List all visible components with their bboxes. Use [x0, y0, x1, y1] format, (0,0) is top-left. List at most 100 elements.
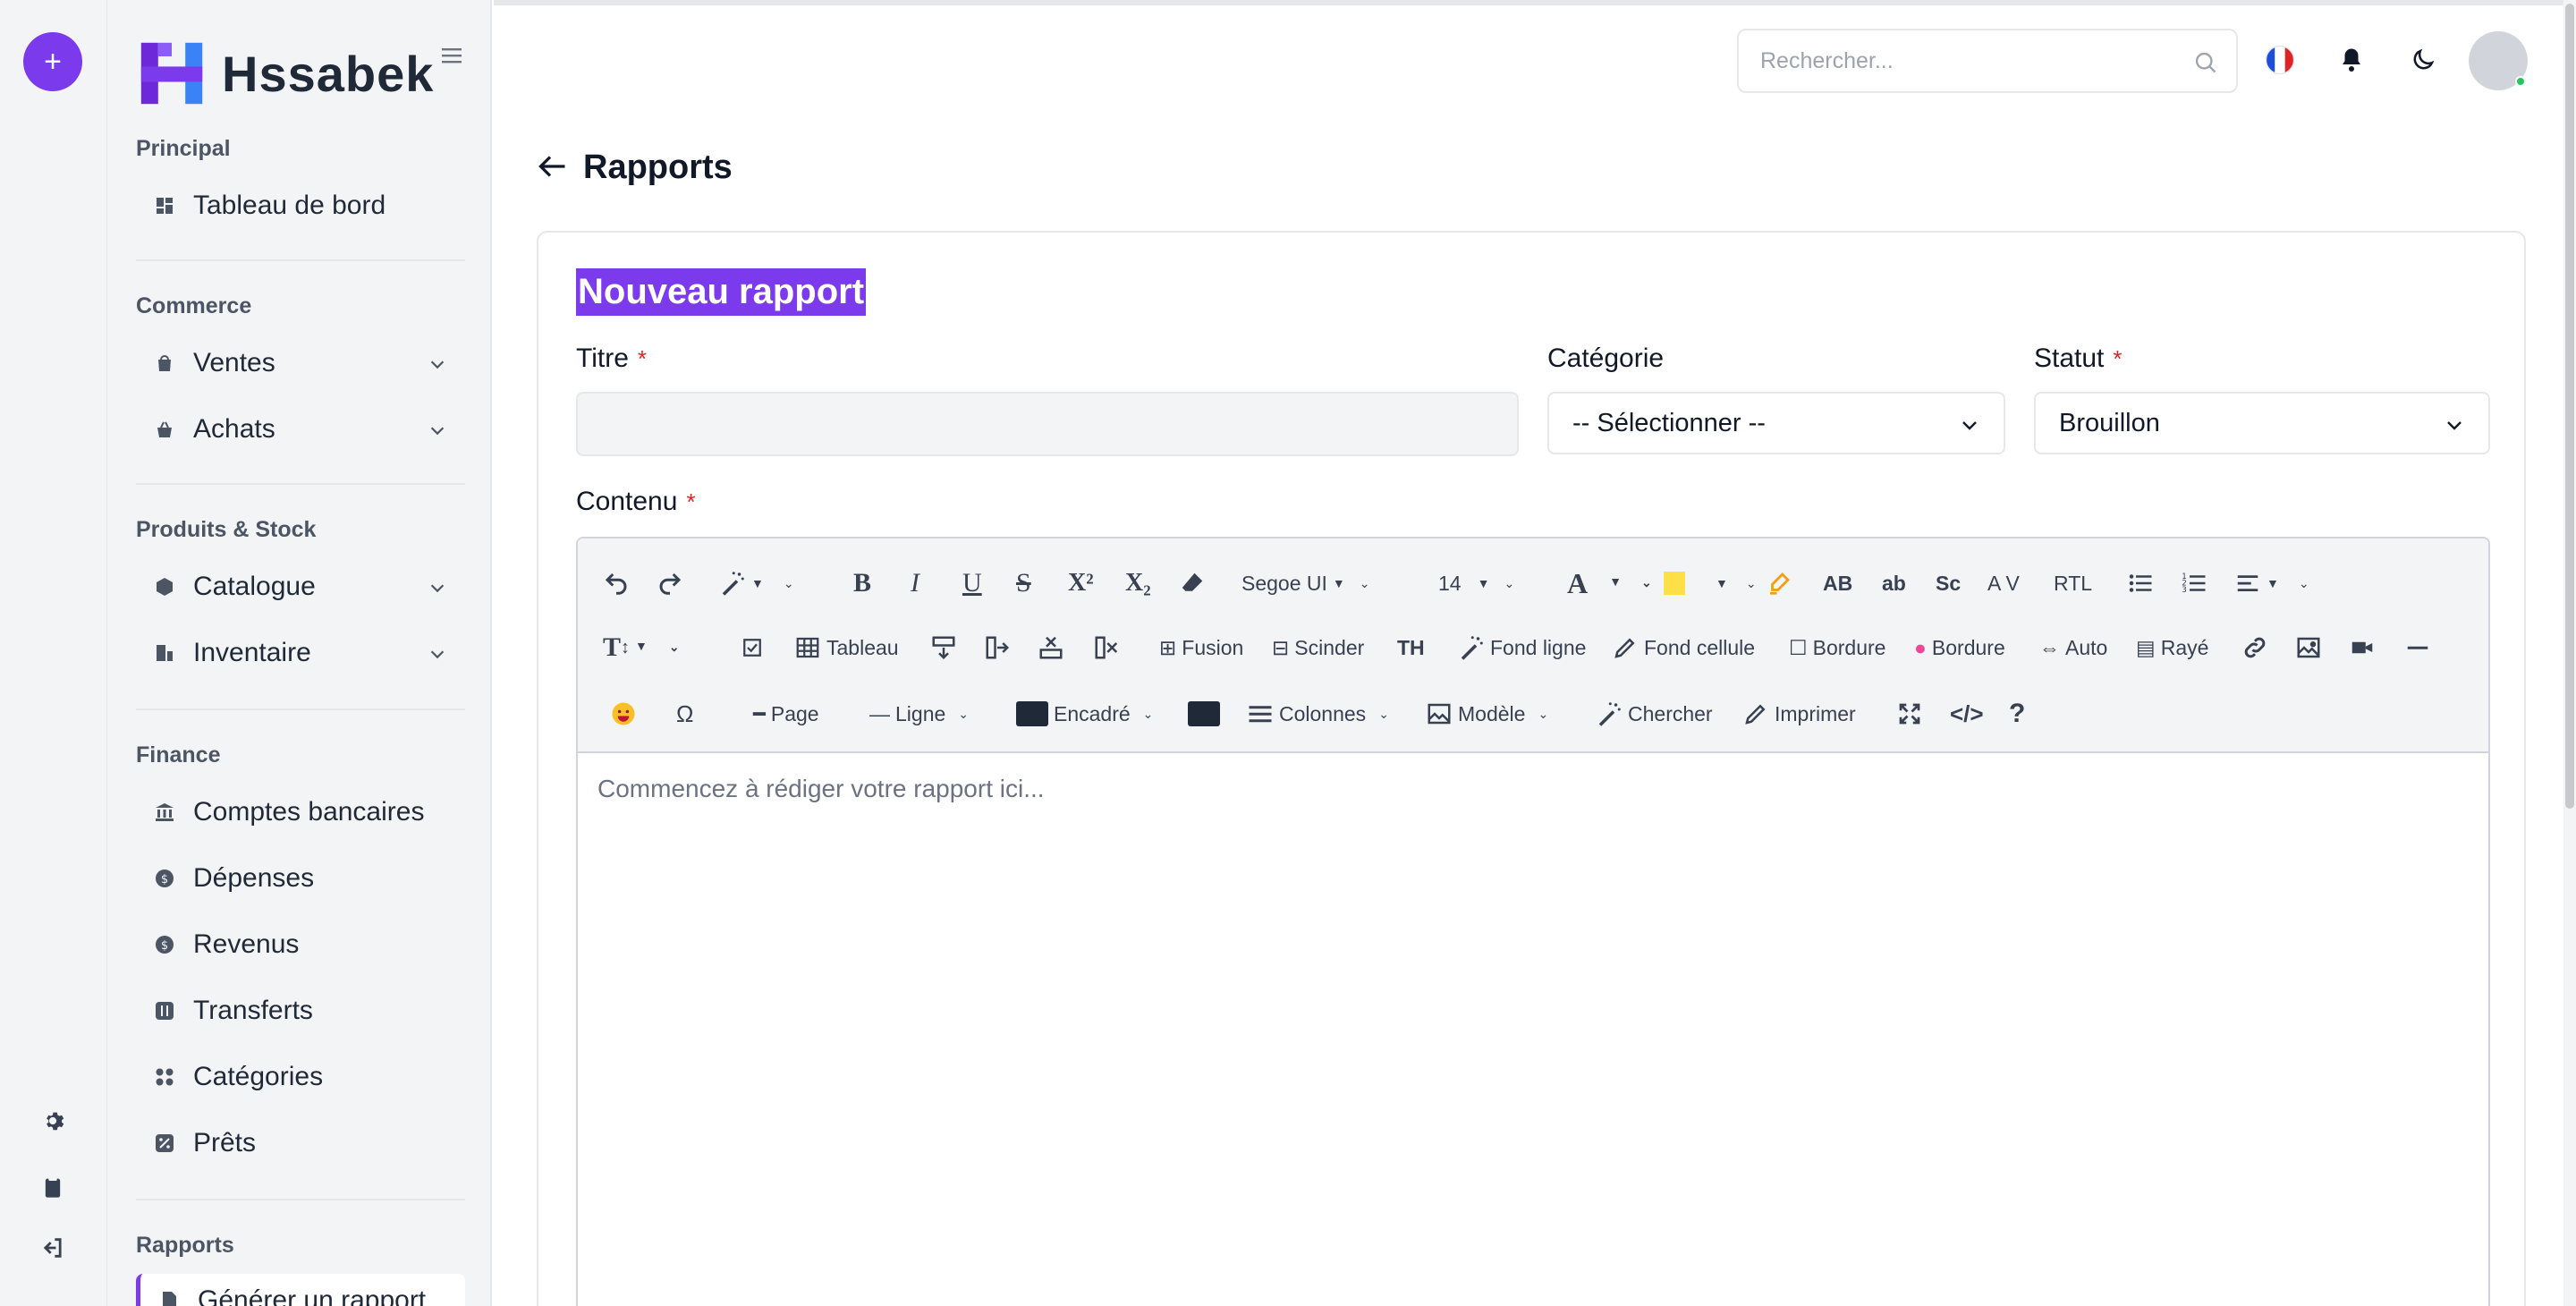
border-button[interactable]: ☐ Bordure [1789, 630, 1885, 666]
row-background-button[interactable]: Fond ligne [1458, 630, 1586, 666]
striped-button[interactable]: ▤ Rayé [2136, 630, 2208, 666]
sidebar-item-depenses[interactable]: $ Dépenses [136, 852, 465, 905]
sidebar-item-generer-rapport[interactable]: Générer un rapport [136, 1274, 465, 1306]
sidebar-item-ventes[interactable]: Ventes [136, 336, 465, 390]
titre-input[interactable] [576, 392, 1519, 456]
rich-text-editor: ▼ ⌄ B I U S X² X₂ Segoe UI ▼ ⌄ 14 ▼ ⌄ A ▼ ⌄ ▼ ⌄ … [576, 537, 2490, 1306]
grid-icon: ⊞ [1159, 635, 1177, 659]
table-insert-button[interactable]: Tableau [794, 630, 899, 666]
sidebar-item-transferts[interactable]: Transferts [136, 984, 465, 1038]
bell-icon[interactable] [2334, 43, 2368, 77]
section-title-commerce: Commerce [136, 293, 252, 318]
border-color-button[interactable]: ● Bordure [1914, 630, 2005, 666]
italic-button[interactable]: I [911, 565, 919, 601]
sidebar-item-label: Transferts [193, 996, 313, 1025]
sidebar-item-tableau-de-bord[interactable]: Tableau de bord [136, 179, 465, 233]
redo-button[interactable] [657, 565, 683, 601]
help-button[interactable]: ? [2009, 696, 2025, 732]
page-scrollbar[interactable] [2563, 0, 2576, 1306]
print-button[interactable]: Imprimer [1742, 696, 1856, 732]
split-cells-button[interactable]: ⊟ Scinder [1272, 630, 1364, 666]
delete-row-icon[interactable] [1038, 630, 1064, 666]
page-break-button[interactable]: ━ Page [753, 696, 819, 732]
flag-fr-icon[interactable] [2263, 43, 2297, 77]
arrow-left-icon[interactable] [537, 150, 569, 182]
image-icon[interactable] [2295, 630, 2322, 666]
fullscreen-icon[interactable] [1896, 696, 1923, 732]
highlight-color-button[interactable]: ▼ ⌄ [1664, 565, 1757, 601]
quick-add-button[interactable]: + [23, 32, 82, 91]
moon-icon[interactable] [2406, 43, 2440, 77]
eraser-icon[interactable] [1179, 565, 1206, 601]
text-size-icon[interactable]: T ↕ ▼ ⌄ [603, 630, 680, 666]
font-family-select[interactable]: Segoe UI ▼ ⌄ [1241, 565, 1370, 601]
brand-name: Hssabek [222, 45, 435, 102]
underline-button[interactable]: U [962, 565, 982, 601]
subscript-button[interactable]: X₂ [1125, 565, 1151, 601]
chevron-down-icon [430, 360, 445, 369]
source-code-button[interactable]: </> [1950, 696, 1984, 732]
line-icon: — [869, 701, 890, 725]
insert-row-icon[interactable] [930, 630, 957, 666]
horizontal-rule-icon[interactable] [2404, 630, 2431, 666]
delete-column-icon[interactable] [1093, 630, 1120, 666]
checkbox-insert-icon[interactable] [739, 630, 766, 666]
sidebar-item-prets[interactable]: Prêts [136, 1116, 465, 1170]
special-char-button[interactable]: Ω [676, 696, 693, 732]
categorie-select[interactable]: -- Sélectionner -- [1547, 392, 2005, 454]
avatar[interactable] [2469, 31, 2528, 90]
strikethrough-button[interactable]: S [1016, 565, 1031, 601]
undo-button[interactable] [603, 565, 630, 601]
bullet-list-icon[interactable] [2127, 565, 2154, 601]
align-icon[interactable]: ▼ ⌄ [2234, 565, 2309, 601]
merge-cells-button[interactable]: ⊞ Fusion [1159, 630, 1243, 666]
gear-icon[interactable] [34, 1102, 72, 1140]
brand[interactable]: Hssabek [138, 39, 434, 107]
bold-button[interactable]: B [853, 565, 871, 601]
image-icon [1428, 703, 1451, 725]
find-button[interactable]: Chercher [1596, 696, 1713, 732]
numbered-list-icon[interactable]: 123 [2181, 565, 2207, 601]
section-title-finance: Finance [136, 742, 221, 767]
sidebar-item-achats[interactable]: Achats [136, 403, 465, 456]
insert-column-icon[interactable] [984, 630, 1011, 666]
sidebar-item-label: Inventaire [193, 638, 311, 667]
transfer-icon [152, 998, 177, 1023]
table-header-button[interactable]: TH [1397, 630, 1425, 666]
menu-toggle-icon[interactable] [438, 45, 465, 66]
text-color-button[interactable]: A ▼ ⌄ [1567, 565, 1652, 601]
scrollbar-thumb[interactable] [2565, 4, 2574, 809]
columns-button[interactable]: Colonnes ⌄ [1247, 696, 1389, 732]
auto-width-button[interactable]: ⇔ Auto [2039, 630, 2107, 666]
dark-block-icon[interactable] [1188, 696, 1220, 732]
superscript-button[interactable]: X² [1068, 565, 1094, 601]
template-button[interactable]: Modèle ⌄ [1426, 696, 1548, 732]
sidebar-item-inventaire[interactable]: Inventaire [136, 626, 465, 680]
smallcaps-button[interactable]: Sc [1936, 565, 1961, 601]
line-insert-button[interactable]: — Ligne ⌄ [869, 696, 969, 732]
sidebar-item-catalogue[interactable]: Catalogue [136, 560, 465, 614]
link-icon[interactable] [2241, 630, 2268, 666]
cell-background-button[interactable]: Fond cellule [1612, 630, 1755, 666]
clipboard-icon[interactable] [34, 1168, 72, 1206]
letter-spacing-button[interactable]: A V [1987, 565, 2020, 601]
report-form-card: Nouveau rapport Titre * Catégorie -- Séle… [537, 231, 2526, 1306]
font-size-select[interactable]: 14 ▼ ⌄ [1438, 565, 1514, 601]
rtl-button[interactable]: RTL [2054, 565, 2092, 601]
highlighter-icon[interactable] [1766, 565, 1792, 601]
statut-select[interactable]: Brouillon [2034, 392, 2490, 454]
sidebar-item-categories[interactable]: Catégories [136, 1050, 465, 1104]
search-icon[interactable] [2193, 50, 2218, 75]
sidebar-item-comptes-bancaires[interactable]: Comptes bancaires [136, 785, 465, 839]
uppercase-button[interactable]: AB [1823, 565, 1852, 601]
find-label: Chercher [1628, 701, 1713, 725]
sidebar-item-revenus[interactable]: $ Revenus [136, 918, 465, 971]
search-input[interactable] [1739, 30, 2159, 91]
video-icon[interactable] [2349, 630, 2376, 666]
logout-icon[interactable] [34, 1229, 72, 1267]
editor-content-area[interactable]: Commencez à rédiger votre rapport ici... [578, 753, 2488, 1306]
framed-box-button[interactable]: Encadré ⌄ [1016, 696, 1153, 732]
emoji-icon[interactable] [610, 696, 637, 732]
magic-format-button[interactable]: ▼ ⌄ [719, 565, 794, 601]
lowercase-button[interactable]: ab [1882, 565, 1906, 601]
